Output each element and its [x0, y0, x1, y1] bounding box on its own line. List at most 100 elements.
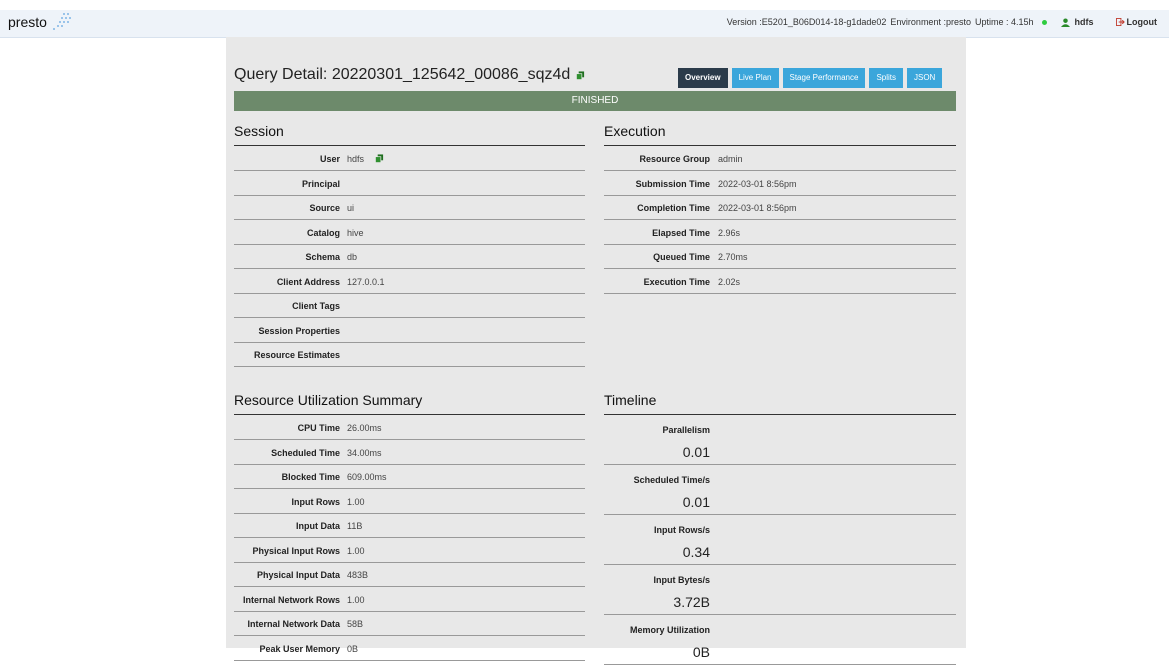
- kv-row: Queued Time 2.70ms: [604, 244, 956, 269]
- user-name: hdfs: [1074, 17, 1094, 27]
- kv-key: Source: [309, 203, 340, 213]
- kv-row: Internal Network Data 58B: [234, 611, 585, 636]
- kv-key: Physical Input Data: [256, 570, 340, 580]
- tab-json[interactable]: JSON: [907, 68, 943, 88]
- kv-value: 58B: [347, 619, 364, 629]
- resource-summary-title: Resource Utilization Summary: [234, 392, 423, 408]
- kv-value: hive: [347, 227, 364, 238]
- kv-value: 1.00: [347, 545, 365, 556]
- kv-key: Physical Input Rows: [252, 545, 340, 556]
- kv-key: Queued Time: [653, 252, 710, 262]
- kv-value: ui: [347, 203, 355, 213]
- kv-row: Submission Time 2022-03-01 8:56pm: [604, 171, 956, 196]
- kv-key: Schema: [305, 252, 340, 262]
- tab-overview[interactable]: Overview: [678, 68, 728, 88]
- page-title: Query Detail: 20220301_125642_00086_sqz4…: [234, 66, 571, 83]
- kv-row: Elapsed Time 2.96s: [604, 220, 956, 245]
- query-detail-panel: Query Detail: 20220301_125642_00086_sqz4…: [226, 37, 966, 665]
- kv-row: Completion Time 2022-03-01 8:56pm: [604, 195, 956, 220]
- kv-value: 2022-03-01 8:56pm: [718, 178, 797, 189]
- presto-logo[interactable]: presto: [8, 14, 47, 30]
- user-menu[interactable]: hdfs: [1060, 17, 1094, 27]
- timeline-value: 0.34: [682, 544, 710, 560]
- kv-key: Resource Group: [639, 154, 710, 164]
- kv-key: Resource Estimates: [253, 350, 340, 360]
- kv-value: 1.00: [347, 594, 365, 605]
- kv-value: 11B: [347, 521, 363, 531]
- kv-key: Catalog: [306, 227, 340, 238]
- kv-value: db: [347, 252, 358, 262]
- kv-row: Execution Time 2.02s: [604, 269, 956, 294]
- uptime-label: Uptime : 4.15h: [974, 17, 1034, 27]
- tab-live-plan[interactable]: Live Plan: [731, 68, 779, 88]
- execution-title: Execution: [604, 123, 666, 139]
- kv-row: User hdfs: [234, 146, 585, 171]
- kv-value: 0B: [347, 643, 359, 654]
- timeline-label: Input Rows/s: [654, 525, 710, 535]
- kv-key: Principal: [301, 178, 340, 189]
- logout-button[interactable]: Logout: [1115, 17, 1158, 27]
- timeline-row: Input Bytes/s 3.72B: [604, 565, 956, 615]
- kv-key: User: [319, 154, 340, 164]
- tab-splits[interactable]: Splits: [869, 68, 903, 88]
- timeline-label: Memory Utilization: [629, 625, 710, 635]
- timeline-value: 0.01: [682, 444, 710, 460]
- kv-key: Client Tags: [292, 301, 340, 311]
- kv-row: Resource Group admin: [604, 146, 956, 171]
- kv-value: 2.96s: [718, 227, 741, 238]
- kv-key: Completion Time: [637, 203, 710, 213]
- kv-value: 609.00ms: [347, 472, 387, 482]
- version-label: Version :E5201_B06D014-18-g1dade02: [726, 17, 887, 27]
- timeline-row: Input Rows/s 0.34: [604, 515, 956, 565]
- copy-user-icon[interactable]: [375, 154, 384, 163]
- timeline-label: Scheduled Time/s: [633, 475, 710, 485]
- timeline-label: Input Bytes/s: [653, 575, 710, 585]
- kv-row: Client Tags: [234, 293, 585, 318]
- kv-row: Schema db: [234, 244, 585, 269]
- kv-key: Input Rows: [291, 496, 341, 507]
- logout-label: Logout: [1126, 17, 1158, 27]
- kv-row: Session Properties: [234, 318, 585, 343]
- kv-value: admin: [718, 154, 743, 164]
- kv-key: Input Data: [296, 521, 340, 531]
- kv-value: 1.00: [347, 496, 365, 507]
- timeline-label: Parallelism: [662, 425, 710, 435]
- timeline-value: 3.72B: [673, 594, 710, 610]
- timeline-value: 0B: [692, 644, 710, 660]
- kv-row: Internal Network Rows 1.00: [234, 587, 585, 612]
- kv-key: Elapsed Time: [652, 227, 710, 238]
- timeline-row: Parallelism 0.01: [604, 415, 956, 465]
- kv-value: 34.00ms: [347, 447, 382, 458]
- query-status-bar: FINISHED: [234, 91, 956, 111]
- kv-row: Input Rows 1.00: [234, 489, 585, 514]
- environment-label: Environment :presto: [890, 17, 971, 27]
- tab-stage-performance[interactable]: Stage Performance: [782, 68, 866, 88]
- kv-key: Session Properties: [258, 325, 340, 336]
- kv-key: Execution Time: [643, 276, 710, 287]
- kv-key: Scheduled Time: [271, 447, 340, 458]
- status-dot-icon: [1041, 19, 1047, 25]
- timeline-title: Timeline: [604, 392, 657, 408]
- kv-value: 2.70ms: [718, 252, 748, 262]
- kv-value: 26.00ms: [347, 423, 382, 433]
- timeline-row: Memory Utilization 0B: [604, 615, 956, 665]
- kv-value: hdfs: [347, 154, 365, 164]
- header-info: Version :E5201_B06D014-18-g1dade02 Envir…: [727, 17, 1157, 27]
- timeline-row: Scheduled Time/s 0.01: [604, 465, 956, 515]
- kv-row: Scheduled Time 34.00ms: [234, 440, 585, 465]
- kv-key: Blocked Time: [281, 472, 340, 482]
- kv-value: 483B: [347, 570, 369, 580]
- copy-icon[interactable]: [576, 70, 585, 80]
- query-title-row: Query Detail: 20220301_125642_00086_sqz4…: [234, 66, 585, 84]
- kv-row: Peak User Memory 0B: [234, 636, 585, 661]
- kv-key: Internal Network Rows: [242, 594, 340, 605]
- kv-row: Input Data 11B: [234, 513, 585, 538]
- kv-key: Internal Network Data: [247, 619, 340, 629]
- kv-row: Principal: [234, 171, 585, 196]
- user-icon: [1060, 17, 1070, 27]
- kv-row: Resource Estimates: [234, 342, 585, 367]
- kv-value: 2.02s: [718, 276, 741, 287]
- kv-key: CPU Time: [297, 423, 340, 433]
- kv-row: Client Address 127.0.0.1: [234, 269, 585, 294]
- kv-row: Source ui: [234, 195, 585, 220]
